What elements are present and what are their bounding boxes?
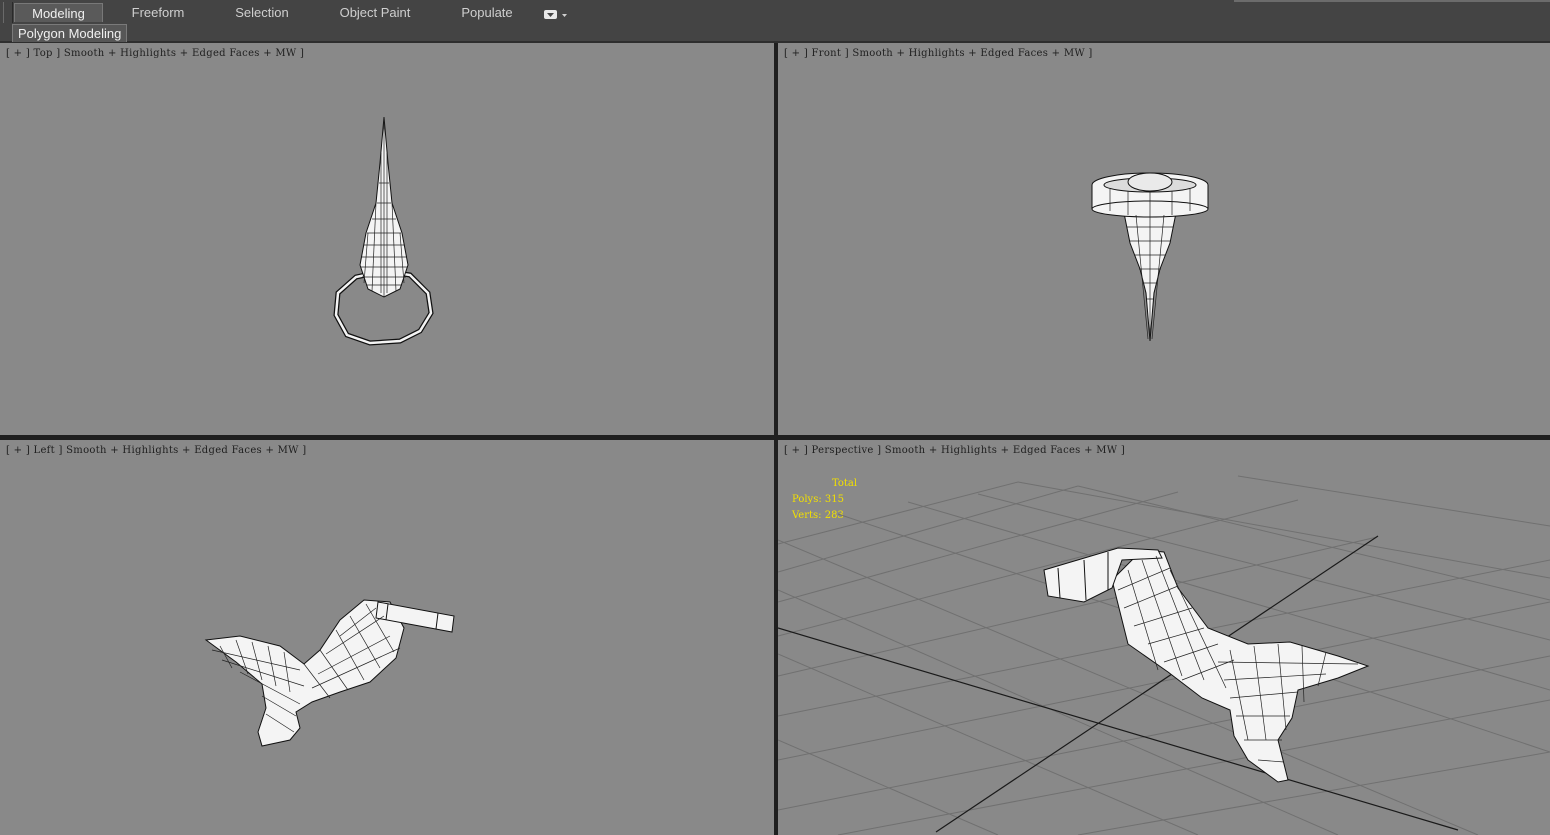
tab-modeling[interactable]: Modeling xyxy=(14,3,103,22)
tab-freeform[interactable]: Freeform xyxy=(118,3,198,22)
viewport-front[interactable]: [ + ] Front ] Smooth + Highlights + Edge… xyxy=(778,43,1550,435)
tab-populate[interactable]: Populate xyxy=(450,3,524,22)
front-view-model xyxy=(1091,172,1209,342)
ribbon-divider xyxy=(1234,0,1550,2)
viewport-top[interactable]: [ + ] Top ] Smooth + Highlights + Edged … xyxy=(0,43,774,435)
ribbon-options-icon[interactable] xyxy=(542,6,568,19)
ribbon-options-glyph xyxy=(544,10,567,19)
left-view-model xyxy=(204,599,455,747)
polygon-modeling-panel[interactable]: Polygon Modeling xyxy=(12,24,128,42)
tab-selection[interactable]: Selection xyxy=(222,3,302,22)
viewport-left[interactable]: [ + ] Left ] Smooth + Highlights + Edged… xyxy=(0,440,774,835)
perspective-view-model xyxy=(778,475,1550,835)
top-view-model xyxy=(333,116,434,346)
ribbon-panel-bar xyxy=(0,23,1550,43)
tab-object-paint[interactable]: Object Paint xyxy=(330,3,420,22)
viewport-perspective[interactable]: [ + ] Perspective ] Smooth + Highlights … xyxy=(778,440,1550,835)
ribbon-tab-bar: Modeling Freeform Selection Object Paint… xyxy=(0,0,1550,40)
